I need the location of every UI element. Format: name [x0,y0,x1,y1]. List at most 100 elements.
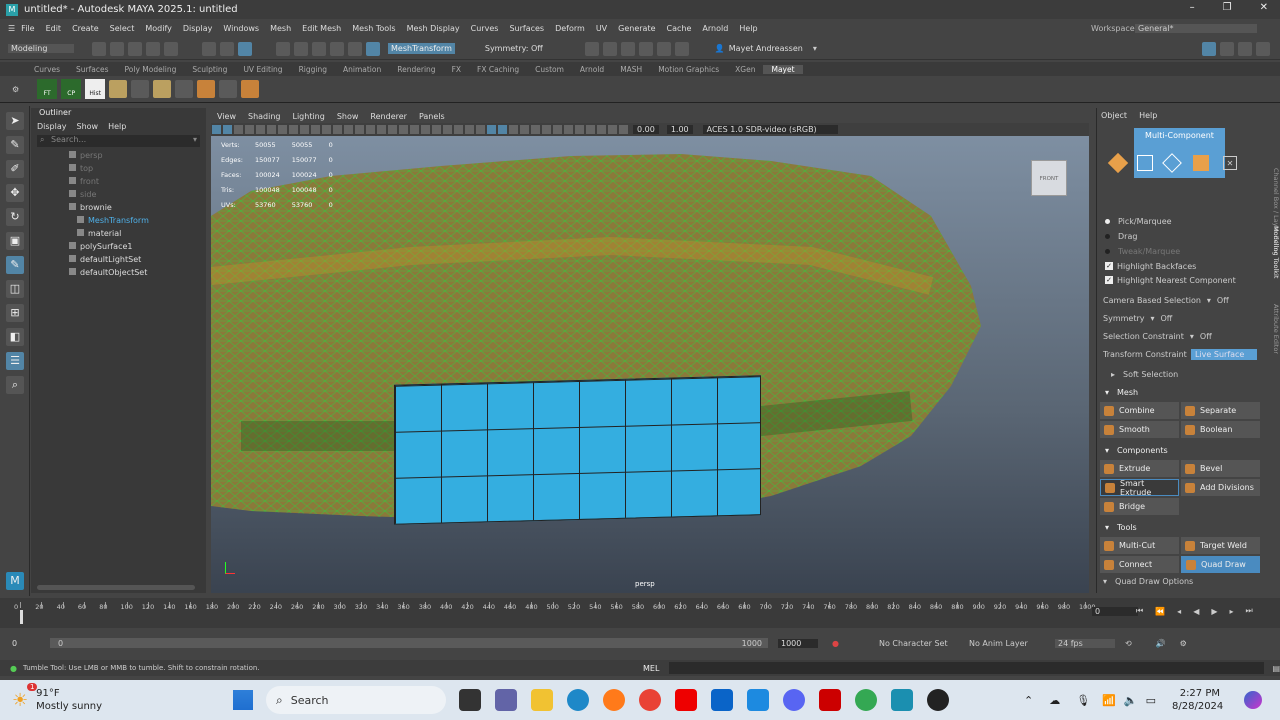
shelf-icon-8[interactable] [197,80,216,98]
open-scene-icon[interactable] [110,41,124,56]
taskbar-search[interactable]: ⌕ Search [266,686,446,714]
viewport-tool-icon[interactable] [465,125,474,134]
outliner-menu-help[interactable]: Help [108,122,126,131]
viewport-tool-icon[interactable] [245,125,254,134]
layout-four-icon[interactable] [1238,41,1252,56]
play-back-icon[interactable]: ◀ [1193,607,1199,616]
minimize-icon[interactable]: – [1190,2,1195,13]
time-slider[interactable]: 0 20 40 60 80 100 120 140 160 180 200 220 240 260 280 3… [0,598,1280,628]
viewport-tool-icon[interactable] [575,125,584,134]
separate-button[interactable]: Separate [1181,402,1260,419]
viewport-tool-icon[interactable] [300,125,309,134]
connect-button[interactable]: Connect [1100,556,1179,573]
smart-extrude-button[interactable]: Smart Extrude [1100,479,1179,497]
viewport-menu-renderer[interactable]: Renderer [370,112,407,121]
command-input[interactable] [669,662,1265,674]
shelf-tab-uv-editing[interactable]: UV Editing [235,65,290,74]
paint-select-icon[interactable]: ✐ [6,160,24,178]
range-bar[interactable]: 0 1000 [50,638,768,648]
symmetry-toggle[interactable]: Symmetry: Off [485,44,543,53]
rotate-tool-icon[interactable]: ↻ [6,208,24,226]
mesh-transform-field[interactable]: MeshTransform [388,43,455,54]
playblast-icon[interactable] [674,41,689,56]
maya-home-icon[interactable]: M [6,572,24,590]
outliner-item[interactable]: top [31,162,206,175]
smooth-button[interactable]: Smooth [1100,421,1179,438]
collapsed-arrow-icon[interactable]: ▸ [1111,370,1115,379]
go-to-start-icon[interactable]: ⏮ [1136,606,1143,616]
script-language-toggle[interactable]: MEL [643,664,659,673]
viewport-tool-icon[interactable] [278,125,287,134]
menu-help[interactable]: Help [739,24,757,33]
character-set-select[interactable]: No Character Set [879,639,951,648]
close-icon[interactable]: ✕ [1260,2,1268,13]
snap-live-icon[interactable] [366,41,380,56]
outliner-layout-icon[interactable]: ◧ [6,328,24,346]
shelf-icon-10[interactable] [241,80,260,98]
outliner-item[interactable]: defaultObjectSet [31,266,206,279]
viewport-tool-icon[interactable] [212,125,221,134]
script-editor-icon[interactable]: ▤ [1272,664,1280,673]
viewport-tool-icon[interactable] [542,125,551,134]
side-tab-modeling-toolkit[interactable]: Modeling Toolkit [1268,226,1280,286]
save-scene-icon[interactable] [128,41,142,56]
shelf-tab-motion-graphics[interactable]: Motion Graphics [650,65,727,74]
viewport-tool-icon[interactable] [454,125,463,134]
acrobat-icon[interactable] [819,689,841,711]
shelf-tab-arnold[interactable]: Arnold [572,65,612,74]
edge-mode-icon[interactable] [1162,153,1182,173]
shelf-tab-fx-caching[interactable]: FX Caching [469,65,527,74]
step-forward-frame-icon[interactable]: ▸ [1230,607,1234,616]
chevron-up-icon[interactable]: ⌃ [1024,694,1033,707]
discord-icon[interactable] [783,689,805,711]
viewport-tool-icon[interactable] [421,125,430,134]
battery-icon[interactable]: ▭ [1146,694,1156,707]
snap-grid-icon[interactable] [276,41,290,56]
snap-curve-icon[interactable] [294,41,308,56]
teams-icon[interactable] [495,689,517,711]
fps-select[interactable]: 24 fps [1054,638,1115,648]
render-frame-icon[interactable] [602,41,617,56]
outliner-item[interactable]: side [31,188,206,201]
viewport-tool-icon[interactable] [487,125,496,134]
vertex-mode-icon[interactable] [1137,155,1153,171]
outliner-item[interactable]: front [31,175,206,188]
viewport-tool-icon[interactable] [267,125,276,134]
shelf-icon-9[interactable] [219,80,238,98]
outliner-scrollbar[interactable] [37,585,195,590]
hypershade-icon[interactable] [656,41,671,56]
menu-mesh-tools[interactable]: Mesh Tools [352,24,395,33]
menu-surfaces[interactable]: Surfaces [509,24,544,33]
viewport-tool-icon[interactable] [498,125,507,134]
user-icon[interactable]: 👤 [715,44,725,53]
shelf-tab-poly-modeling[interactable]: Poly Modeling [117,65,185,74]
snap-surface-icon[interactable] [348,41,362,56]
menu-mesh-display[interactable]: Mesh Display [407,24,460,33]
copilot-icon[interactable] [1244,691,1262,709]
radio-icon[interactable] [1105,249,1110,254]
viewport-tool-icon[interactable] [344,125,353,134]
outliner-search-input[interactable]: Search... ⌕ ▾ [37,135,200,147]
transform-constraint-value[interactable]: Live Surface [1191,348,1257,360]
viewport-tool-icon[interactable] [586,125,595,134]
outlook-new-icon[interactable] [747,689,769,711]
youtube-icon[interactable] [675,689,697,711]
highlight-checkbox[interactable]: ✓ Highlight Backfaces [1097,259,1266,273]
menu-windows[interactable]: Windows [223,24,259,33]
viewport-tool-icon[interactable] [366,125,375,134]
range-end-field[interactable]: 1000 [778,638,818,648]
chevron-down-icon[interactable]: ▾ [1207,296,1211,305]
selection-option[interactable]: Drag [1097,229,1266,244]
viewport-tool-icon[interactable] [333,125,342,134]
outliner-item[interactable]: persp [31,149,206,162]
quad-draw-patch[interactable] [394,375,761,525]
radio-icon[interactable] [1105,219,1110,224]
shelf-icon-4[interactable] [109,80,128,98]
section-mesh[interactable]: ▾ Mesh [1105,386,1266,399]
viewport-tool-icon[interactable] [520,125,529,134]
chevron-down-icon[interactable]: ▾ [193,135,197,144]
outliner-item[interactable]: brownie [31,201,206,214]
viewport-tool-icon[interactable] [377,125,386,134]
viewport-menu-panels[interactable]: Panels [419,112,445,121]
wifi-icon[interactable]: 📶 [1102,694,1116,707]
